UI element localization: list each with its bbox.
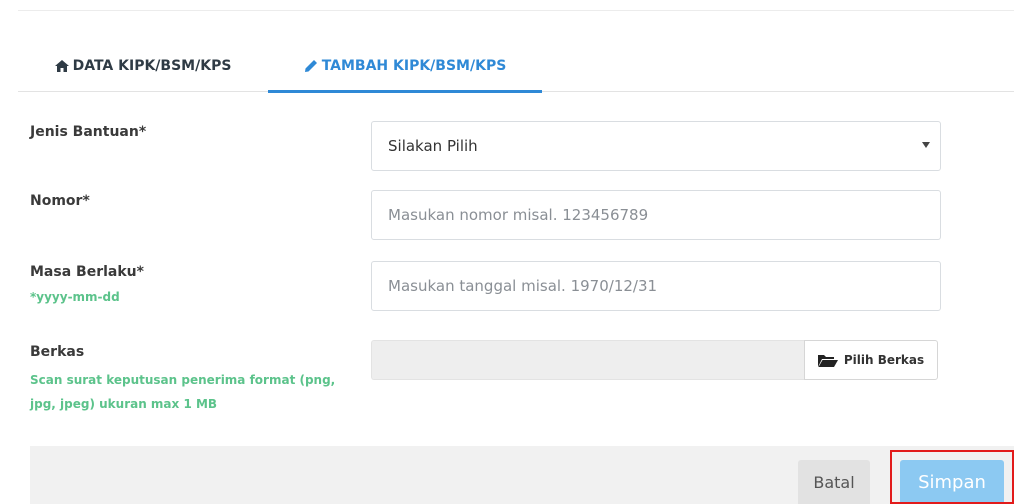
caret-down-icon	[922, 142, 930, 148]
simpan-button[interactable]: Simpan	[900, 460, 1004, 504]
pilih-berkas-label: Pilih Berkas	[843, 353, 925, 367]
jenis-bantuan-selected: Silakan Pilih	[388, 137, 478, 155]
pencil-icon	[304, 59, 318, 73]
batal-button[interactable]: Batal	[798, 460, 870, 504]
masa-berlaku-hint: *yyyy-mm-dd	[30, 290, 120, 304]
tab-data-label: DATA KIPK/BSM/KPS	[72, 58, 232, 74]
berkas-hint-line1: Scan surat keputusan penerima format (pn…	[30, 373, 336, 387]
masa-berlaku-input[interactable]	[371, 261, 941, 311]
nomor-input[interactable]	[371, 190, 941, 240]
berkas-hint-line2: jpg, jpeg) ukuran max 1 MB	[30, 397, 218, 411]
tab-bar: DATA KIPK/BSM/KPS TAMBAH KIPK/BSM/KPS	[18, 40, 1014, 93]
home-icon	[54, 60, 69, 72]
tab-tambah-label: TAMBAH KIPK/BSM/KPS	[321, 58, 507, 74]
masa-berlaku-label: Masa Berlaku*	[30, 264, 144, 280]
berkas-label: Berkas	[30, 344, 85, 360]
tab-tambah-kipk[interactable]: TAMBAH KIPK/BSM/KPS	[268, 40, 542, 93]
jenis-bantuan-label: Jenis Bantuan*	[30, 124, 147, 140]
folder-open-icon	[817, 354, 838, 367]
nomor-label: Nomor*	[30, 193, 90, 209]
jenis-bantuan-select[interactable]: Silakan Pilih	[371, 121, 941, 171]
berkas-file-display[interactable]	[371, 340, 804, 380]
top-divider	[18, 10, 1014, 11]
tab-data-kipk[interactable]: DATA KIPK/BSM/KPS	[18, 40, 268, 92]
pilih-berkas-button[interactable]: Pilih Berkas	[804, 340, 938, 380]
